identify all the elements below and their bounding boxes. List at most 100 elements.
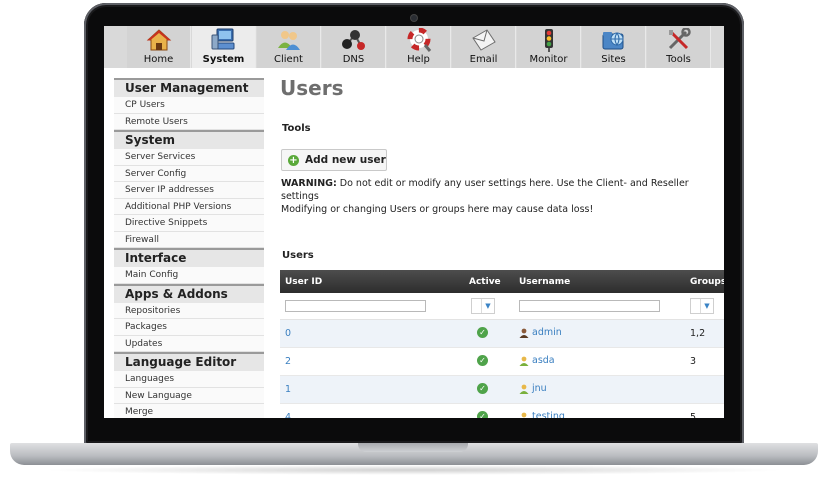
- dns-network-icon: [341, 30, 365, 50]
- tools-label: Tools: [282, 123, 311, 134]
- traffic-light-icon: [544, 29, 553, 52]
- column-header-active[interactable]: Active: [469, 277, 501, 287]
- sidebar-section-title: System: [114, 130, 264, 149]
- nav-tab-client[interactable]: Client: [257, 26, 321, 68]
- users-label: Users: [282, 250, 314, 261]
- username-text: admin: [532, 327, 562, 338]
- nav-tab-help[interactable]: Help: [387, 26, 451, 68]
- table-row[interactable]: 2 ✓ asda 3: [280, 348, 724, 376]
- lifebuoy-icon: [407, 28, 431, 52]
- sidebar-item-server-config[interactable]: Server Config: [114, 165, 264, 182]
- sidebar-item-php-versions[interactable]: Additional PHP Versions: [114, 198, 264, 215]
- username-filter-input[interactable]: [519, 300, 660, 312]
- computer-icon: [211, 28, 234, 50]
- chevron-down-icon: ▼: [700, 299, 713, 313]
- username-link[interactable]: admin: [519, 327, 562, 338]
- add-new-user-label: Add new user: [305, 154, 386, 166]
- filter-row: ▼ ▼: [280, 293, 724, 320]
- nav-tab-home[interactable]: Home: [127, 26, 191, 68]
- home-icon: [146, 29, 171, 51]
- nav-tab-sites[interactable]: Sites: [582, 26, 646, 68]
- active-check-icon: ✓: [477, 327, 488, 338]
- warning-text: Do not edit or modify any user settings …: [281, 178, 689, 202]
- wrench-icon: [668, 28, 691, 50]
- user-id-filter-input[interactable]: [285, 300, 426, 312]
- username-text: asda: [532, 355, 555, 366]
- username-text: jnu: [532, 383, 547, 394]
- nav-tab-label: Tools: [666, 54, 691, 65]
- envelope-icon: [471, 29, 496, 51]
- globe-folder-icon: [602, 32, 623, 50]
- table-row[interactable]: 1 ✓ jnu: [280, 376, 724, 404]
- nav-tab-label: Home: [143, 54, 174, 65]
- users-table: User ID Active Username Groups ▼ ▼ 0 ✓ a…: [280, 270, 724, 418]
- sidebar-item-cp-users[interactable]: CP Users: [114, 97, 264, 114]
- sidebar-item-languages[interactable]: Languages: [114, 371, 264, 388]
- user-id-link[interactable]: 1: [285, 384, 291, 395]
- sidebar-item-new-language[interactable]: New Language: [114, 387, 264, 404]
- column-header-username[interactable]: Username: [519, 277, 570, 287]
- table-row[interactable]: 4 ✓ testing 5: [280, 404, 724, 418]
- username-link[interactable]: asda: [519, 355, 555, 366]
- warning-label: WARNING:: [281, 178, 337, 189]
- sidebar-item-updates[interactable]: Updates: [114, 335, 264, 352]
- nav-tab-tools[interactable]: Tools: [647, 26, 711, 68]
- table-row[interactable]: 0 ✓ admin 1,2: [280, 320, 724, 348]
- laptop-notch: [358, 443, 468, 452]
- user-icon: [519, 384, 529, 394]
- sidebar-section-title: Language Editor: [114, 352, 264, 371]
- sidebar-item-main-config[interactable]: Main Config: [114, 267, 264, 284]
- sidebar-item-directive-snippets[interactable]: Directive Snippets: [114, 215, 264, 232]
- active-check-icon: ✓: [477, 383, 488, 394]
- nav-tab-label: Sites: [601, 54, 626, 65]
- nav-tab-email[interactable]: Email: [452, 26, 516, 68]
- screen: Home System Client DNS Help Email Monito…: [104, 26, 724, 418]
- laptop-shadow: [40, 465, 788, 475]
- sidebar-item-packages[interactable]: Packages: [114, 319, 264, 336]
- groups-cell: 3: [690, 356, 697, 367]
- column-header-groups[interactable]: Groups: [690, 277, 724, 287]
- active-filter-select[interactable]: ▼: [471, 298, 495, 314]
- user-icon: [519, 328, 529, 338]
- nav-tab-label: Client: [274, 54, 303, 65]
- active-check-icon: ✓: [477, 355, 488, 366]
- nav-tab-dns[interactable]: DNS: [322, 26, 386, 68]
- sidebar-item-server-services[interactable]: Server Services: [114, 149, 264, 166]
- user-icon: [521, 412, 527, 417]
- username-link[interactable]: jnu: [519, 383, 547, 394]
- warning-text-line2: Modifying or changing Users or groups he…: [281, 204, 594, 215]
- page-title: Users: [280, 76, 344, 100]
- sidebar-section-title: Apps & Addons: [114, 283, 264, 303]
- nav-tab-monitor[interactable]: Monitor: [517, 26, 581, 68]
- column-header-user-id[interactable]: User ID: [285, 277, 322, 287]
- warning-message: WARNING: Do not edit or modify any user …: [281, 177, 724, 216]
- groups-cell: 5: [690, 412, 697, 418]
- sidebar-section-title: User Management: [114, 78, 264, 97]
- nav-tab-label: Monitor: [529, 54, 568, 65]
- users-icon: [277, 31, 300, 50]
- nav-tab-label: DNS: [342, 54, 365, 65]
- user-id-link[interactable]: 4: [285, 412, 291, 418]
- sidebar-item-repositories[interactable]: Repositories: [114, 302, 264, 319]
- user-id-link[interactable]: 0: [285, 328, 291, 339]
- add-new-user-button[interactable]: + Add new user: [281, 149, 387, 171]
- sidebar-item-firewall[interactable]: Firewall: [114, 231, 264, 248]
- top-navigation: Home System Client DNS Help Email Monito…: [104, 26, 724, 68]
- table-header: User ID Active Username Groups: [280, 270, 724, 293]
- nav-tab-label: Help: [407, 54, 430, 65]
- groups-filter-select[interactable]: ▼: [690, 298, 714, 314]
- sidebar: User Management CP Users Remote Users Sy…: [114, 78, 264, 418]
- user-icon: [519, 356, 529, 366]
- nav-tab-label: Email: [469, 54, 498, 65]
- user-id-link[interactable]: 2: [285, 356, 291, 367]
- active-check-icon: ✓: [477, 411, 488, 418]
- groups-cell: 1,2: [690, 328, 706, 339]
- sidebar-section-title: Interface: [114, 248, 264, 267]
- nav-tab-system[interactable]: System: [192, 26, 256, 68]
- sidebar-item-merge[interactable]: Merge: [114, 404, 264, 418]
- username-link[interactable]: testing: [519, 411, 565, 418]
- camera-icon: [411, 15, 417, 21]
- chevron-down-icon: ▼: [481, 299, 494, 313]
- sidebar-item-server-ip[interactable]: Server IP addresses: [114, 182, 264, 199]
- sidebar-item-remote-users[interactable]: Remote Users: [114, 113, 264, 130]
